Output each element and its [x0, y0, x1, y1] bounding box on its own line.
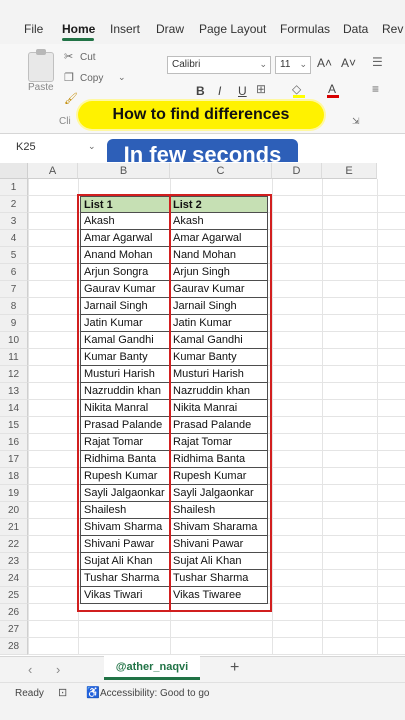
- active-tab-indicator: [62, 38, 94, 41]
- tab-page-layout[interactable]: Page Layout: [199, 22, 266, 36]
- font-color-swatch: [327, 95, 339, 98]
- row-header[interactable]: 5: [0, 247, 28, 264]
- name-box[interactable]: K25: [10, 138, 100, 156]
- row-header[interactable]: 19: [0, 485, 28, 502]
- gridline: [377, 179, 378, 655]
- underline-button[interactable]: U: [238, 84, 247, 98]
- tab-review[interactable]: Rev: [382, 22, 403, 36]
- row-header[interactable]: 11: [0, 349, 28, 366]
- caption-banner-top: How to find differences: [78, 101, 324, 129]
- highlight-box-list1: [77, 194, 171, 612]
- font-size-value: 11: [280, 59, 291, 70]
- row-header[interactable]: 14: [0, 400, 28, 417]
- row-header[interactable]: 6: [0, 264, 28, 281]
- gridline: [322, 179, 323, 655]
- row-header[interactable]: 22: [0, 536, 28, 553]
- paste-label[interactable]: Paste: [28, 82, 54, 93]
- row-header[interactable]: 2: [0, 196, 28, 213]
- row-header[interactable]: 1: [0, 179, 28, 196]
- tab-home[interactable]: Home: [62, 22, 95, 36]
- row-header[interactable]: 7: [0, 281, 28, 298]
- tab-formulas[interactable]: Formulas: [280, 22, 330, 36]
- gridline: [272, 179, 273, 655]
- italic-button[interactable]: I: [218, 84, 221, 98]
- row-header[interactable]: 23: [0, 553, 28, 570]
- font-size-dropdown[interactable]: 11 ⌄: [275, 56, 311, 74]
- macro-record-icon[interactable]: ⊡: [58, 686, 67, 699]
- chevron-down-icon[interactable]: ⌄: [118, 72, 126, 83]
- row-header[interactable]: 13: [0, 383, 28, 400]
- row-header[interactable]: 17: [0, 451, 28, 468]
- column-header-e[interactable]: E: [322, 163, 377, 179]
- chevron-down-icon: ⌄: [259, 59, 267, 69]
- tab-file[interactable]: File: [24, 22, 43, 36]
- copy-icon[interactable]: ❐: [64, 71, 74, 84]
- sheet-tab-active[interactable]: @ather_naqvi: [104, 656, 200, 680]
- borders-icon[interactable]: ⊞: [256, 82, 266, 96]
- row-header[interactable]: 18: [0, 468, 28, 485]
- row-header[interactable]: 4: [0, 230, 28, 247]
- shrink-font-button[interactable]: A˅: [341, 56, 356, 70]
- font-name-value: Calibri: [172, 59, 201, 70]
- row-header[interactable]: 9: [0, 315, 28, 332]
- grow-font-button[interactable]: A˄: [317, 56, 332, 70]
- cut-button[interactable]: Cut: [80, 52, 96, 63]
- gridline: [28, 637, 405, 638]
- tab-data[interactable]: Data: [343, 22, 368, 36]
- chevron-left-icon[interactable]: ‹: [28, 662, 32, 677]
- gridline: [28, 179, 29, 655]
- gridline: [28, 654, 405, 655]
- column-header-d[interactable]: D: [272, 163, 322, 179]
- row-header[interactable]: 25: [0, 587, 28, 604]
- font-name-dropdown[interactable]: Calibri ⌄: [167, 56, 271, 74]
- align-lines-icon[interactable]: ☰: [372, 55, 383, 69]
- row-header[interactable]: 8: [0, 298, 28, 315]
- dialog-launcher-icon[interactable]: ⇲: [352, 116, 360, 127]
- highlight-box-list2: [169, 194, 272, 612]
- select-all-corner[interactable]: [0, 163, 28, 179]
- fill-color-swatch: [293, 95, 305, 98]
- column-header-b[interactable]: B: [78, 163, 170, 179]
- row-header[interactable]: 24: [0, 570, 28, 587]
- status-accessibility[interactable]: Accessibility: Good to go: [100, 688, 210, 699]
- chevron-right-icon[interactable]: ›: [56, 662, 60, 677]
- chevron-down-icon[interactable]: ⌄: [88, 141, 96, 152]
- tab-draw[interactable]: Draw: [156, 22, 184, 36]
- row-header[interactable]: 28: [0, 638, 28, 655]
- row-header[interactable]: 12: [0, 366, 28, 383]
- align-center-icon[interactable]: ≡: [372, 82, 379, 96]
- row-header[interactable]: 16: [0, 434, 28, 451]
- status-ready: Ready: [15, 688, 44, 699]
- fill-color-icon[interactable]: ◇: [292, 82, 301, 96]
- tab-insert[interactable]: Insert: [110, 22, 140, 36]
- row-header[interactable]: 10: [0, 332, 28, 349]
- clipboard-group-label: Cli: [59, 116, 71, 127]
- row-header[interactable]: 15: [0, 417, 28, 434]
- ribbon-tab-bar: File Home Insert Draw Page Layout Formul…: [0, 0, 405, 44]
- row-header[interactable]: 20: [0, 502, 28, 519]
- sheet-tab-bar: [0, 656, 405, 682]
- format-painter-icon[interactable]: 🖌: [64, 92, 78, 105]
- chevron-down-icon: ⌄: [299, 59, 307, 69]
- gridline: [28, 620, 405, 621]
- copy-button[interactable]: Copy: [80, 73, 103, 84]
- row-header[interactable]: 26: [0, 604, 28, 621]
- bold-button[interactable]: B: [196, 84, 205, 98]
- add-sheet-icon[interactable]: +: [230, 659, 239, 677]
- accessibility-icon[interactable]: ♿: [86, 686, 100, 699]
- column-header-a[interactable]: A: [28, 163, 78, 179]
- font-color-icon[interactable]: A: [328, 82, 336, 96]
- scissors-icon[interactable]: ✂: [64, 50, 73, 63]
- row-header[interactable]: 27: [0, 621, 28, 638]
- row-header[interactable]: 3: [0, 213, 28, 230]
- column-header-c[interactable]: C: [170, 163, 272, 179]
- paste-icon[interactable]: [28, 49, 54, 82]
- row-header[interactable]: 21: [0, 519, 28, 536]
